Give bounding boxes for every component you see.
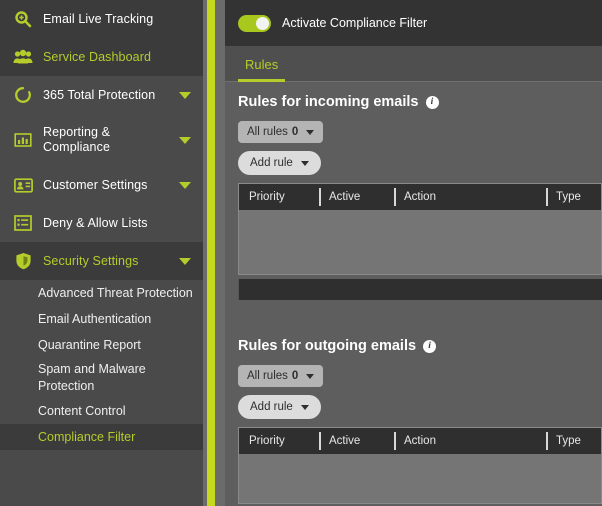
sidebar-item-label: Email Live Tracking (43, 11, 154, 26)
sidebar-subitem-label: Spam and Malware Protection (38, 362, 146, 393)
sidebar-subitem-label: Quarantine Report (38, 337, 141, 352)
column-header-active[interactable]: Active (319, 184, 394, 210)
section-incoming-rules: Rules for incoming emails i All rules 0 … (225, 82, 602, 300)
sidebar-item-security-settings[interactable]: Security Settings (0, 242, 203, 280)
sidebar-subitem-quarantine-report[interactable]: Quarantine Report (0, 332, 203, 358)
incoming-filter-label: All rules (247, 126, 288, 138)
toggle-knob (256, 16, 269, 30)
outgoing-add-rule-button[interactable]: Add rule (238, 395, 321, 419)
outgoing-all-rules-filter-button[interactable]: All rules 0 (238, 365, 324, 387)
outgoing-table-body (239, 454, 601, 503)
outgoing-add-rule-label: Add rule (250, 401, 293, 413)
chevron-down-icon[interactable] (179, 181, 191, 189)
incoming-table-footer (238, 279, 602, 300)
sidebar-subitem-advanced-threat-protection[interactable]: Advanced Threat Protection (0, 280, 203, 306)
outgoing-filter-label: All rules (247, 370, 288, 382)
incoming-add-rule-button[interactable]: Add rule (238, 151, 321, 175)
column-header-priority[interactable]: Priority (239, 184, 319, 210)
section-incoming-title-text: Rules for incoming emails (238, 94, 419, 110)
sidebar-subitem-spam-and-malware-protection[interactable]: Spam and Malware Protection (0, 358, 203, 398)
activation-bar: Activate Compliance Filter (225, 0, 602, 46)
sidebar-subitem-label: Content Control (38, 403, 126, 418)
chevron-down-icon[interactable] (179, 91, 191, 99)
sidebar-item-label: Security Settings (43, 253, 139, 268)
incoming-all-rules-filter-button[interactable]: All rules 0 (238, 121, 324, 143)
sidebar-item-email-live-tracking[interactable]: Email Live Tracking (0, 0, 203, 38)
incoming-filter-row: All rules 0 (238, 121, 602, 143)
circle-arrow-icon (13, 85, 33, 105)
sidebar-item-reporting-compliance[interactable]: Reporting & Compliance (0, 114, 203, 166)
bar-chart-icon (13, 130, 33, 150)
outgoing-filter-row: All rules 0 (238, 365, 602, 387)
column-header-type[interactable]: Type (546, 428, 601, 454)
sidebar-subitem-label: Compliance Filter (38, 429, 136, 444)
sidebar: Email Live Tracking Service Dashboard 36… (0, 0, 203, 506)
activate-compliance-filter-label: Activate Compliance Filter (282, 16, 428, 30)
sidebar-item-label: Reporting & Compliance (43, 125, 111, 154)
sidebar-item-service-dashboard[interactable]: Service Dashboard (0, 38, 203, 76)
sidebar-item-deny-allow-lists[interactable]: Deny & Allow Lists (0, 204, 203, 242)
sidebar-item-label: 365 Total Protection (43, 87, 156, 102)
app-root: Email Live Tracking Service Dashboard 36… (0, 0, 602, 506)
incoming-filter-count: 0 (291, 126, 299, 138)
sidebar-subitem-label: Email Authentication (38, 311, 152, 326)
tab-rules[interactable]: Rules (238, 57, 286, 82)
sidebar-item-label: Customer Settings (43, 177, 148, 192)
sidebar-subitem-content-control[interactable]: Content Control (0, 398, 203, 424)
section-outgoing-title-text: Rules for outgoing emails (238, 338, 417, 354)
activate-compliance-filter-toggle[interactable] (238, 14, 271, 32)
incoming-add-rule-label: Add rule (250, 157, 293, 169)
chevron-down-icon (300, 160, 309, 166)
incoming-add-row: Add rule (238, 151, 602, 175)
incoming-table-header-row: Priority Active Action Type (239, 184, 601, 210)
tab-bar: Rules (225, 46, 602, 82)
outgoing-add-row: Add rule (238, 395, 602, 419)
shield-icon (13, 251, 33, 271)
main-panel: Activate Compliance Filter Rules Rules f… (225, 0, 602, 506)
accent-divider-bar (207, 0, 215, 506)
column-header-action[interactable]: Action (394, 428, 546, 454)
section-outgoing-title: Rules for outgoing emails i (238, 338, 602, 354)
sidebar-item-label: Deny & Allow Lists (43, 215, 148, 230)
column-header-type[interactable]: Type (546, 184, 601, 210)
sidebar-subitem-label: Advanced Threat Protection (38, 285, 193, 300)
list-icon (13, 213, 33, 233)
info-icon[interactable]: i (425, 95, 439, 109)
column-header-active[interactable]: Active (319, 428, 394, 454)
outgoing-filter-count: 0 (291, 370, 299, 382)
sidebar-item-label: Service Dashboard (43, 49, 152, 64)
section-outgoing-rules: Rules for outgoing emails i All rules 0 … (225, 326, 602, 504)
incoming-rules-table: Priority Active Action Type (238, 183, 602, 275)
search-magnifier-icon (13, 9, 33, 29)
info-icon[interactable]: i (423, 339, 437, 353)
chevron-down-icon (300, 404, 309, 410)
tab-rules-label: Rules (245, 57, 279, 72)
sidebar-item-365-total-protection[interactable]: 365 Total Protection (0, 76, 203, 114)
incoming-table-body (239, 210, 601, 274)
section-incoming-title: Rules for incoming emails i (238, 94, 602, 110)
outgoing-rules-table: Priority Active Action Type (238, 427, 602, 504)
chevron-down-icon[interactable] (179, 136, 191, 144)
sidebar-subitem-email-authentication[interactable]: Email Authentication (0, 306, 203, 332)
column-header-action[interactable]: Action (394, 184, 546, 210)
chevron-down-icon (306, 373, 315, 379)
sidebar-item-customer-settings[interactable]: Customer Settings (0, 166, 203, 204)
id-card-icon (13, 175, 33, 195)
outgoing-table-header-row: Priority Active Action Type (239, 428, 601, 454)
column-header-priority[interactable]: Priority (239, 428, 319, 454)
chevron-down-icon (306, 129, 315, 135)
users-group-icon (13, 47, 33, 67)
chevron-down-icon[interactable] (179, 257, 191, 265)
sidebar-subitem-compliance-filter[interactable]: Compliance Filter (0, 424, 203, 450)
